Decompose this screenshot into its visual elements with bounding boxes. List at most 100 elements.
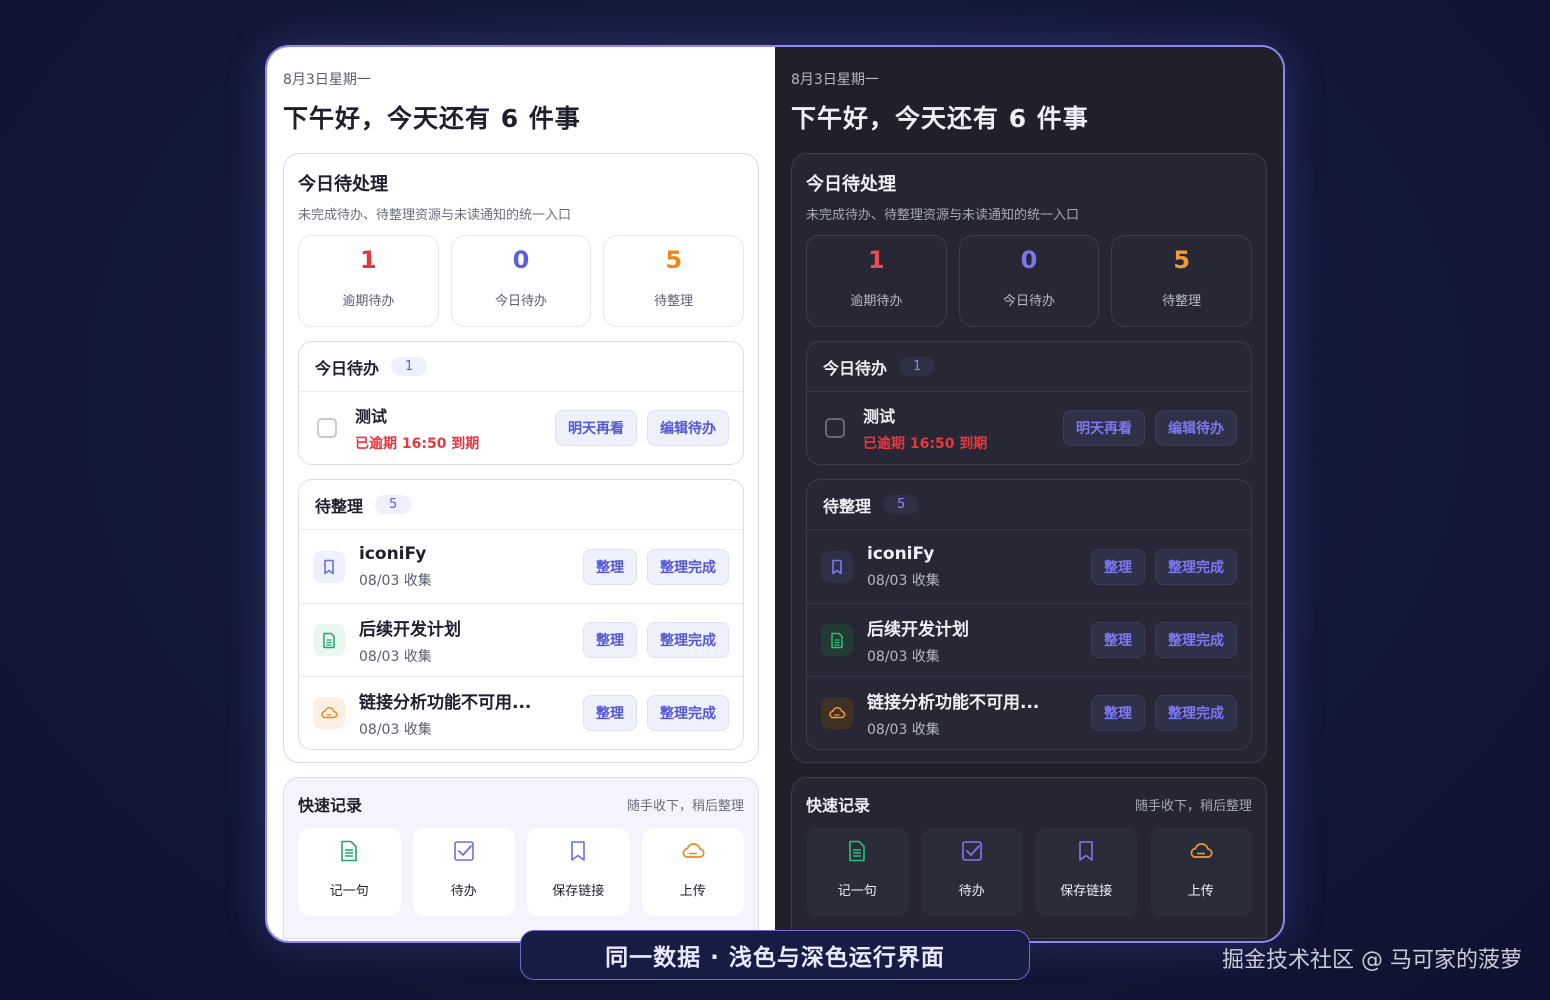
todo-title: 测试 <box>355 407 388 426</box>
stat-organize[interactable]: 5 待整理 <box>1111 235 1253 327</box>
organize-button[interactable]: 整理 <box>1091 548 1145 585</box>
todo-text: 测试 已逾期 16:50 到期 <box>355 403 545 453</box>
inbox-title: 今日待处理 <box>298 174 388 195</box>
bookmark-icon <box>313 550 345 583</box>
quick-save-link-button[interactable]: 保存链接 <box>527 828 630 916</box>
quick-note-button[interactable]: 记一句 <box>806 828 909 916</box>
inbox-subtitle: 未完成待办、待整理资源与未读通知的统一入口 <box>298 208 572 223</box>
organize-done-button[interactable]: 整理完成 <box>1155 548 1237 585</box>
organize-done-button[interactable]: 整理完成 <box>647 548 729 585</box>
document-icon <box>821 624 853 656</box>
quick-record-title: 快速记录 <box>806 796 871 815</box>
quick-record-title: 快速记录 <box>298 796 363 815</box>
stat-today[interactable]: 0 今日待办 <box>958 235 1100 327</box>
quick-actions: 记一句 待办 保存链接 上传 <box>298 828 744 916</box>
quick-action-label: 保存链接 <box>552 884 605 899</box>
section-title: 待整理 <box>823 496 872 516</box>
inbox-card: 今日待处理 未完成待办、待整理资源与未读通知的统一入口 1 逾期待办 0 今日待… <box>791 153 1267 763</box>
cloud-upload-icon <box>642 838 745 864</box>
resource-item[interactable]: 链接分析功能不可用... 08/03 收集 整理 整理完成 <box>807 676 1251 749</box>
resource-text: iconiFy 08/03 收集 <box>359 544 573 590</box>
resource-item[interactable]: 链接分析功能不可用... 08/03 收集 整理 整理完成 <box>299 676 743 749</box>
stat-organize[interactable]: 5 待整理 <box>603 235 745 327</box>
count-badge: 5 <box>883 495 920 514</box>
todo-text: 测试 已逾期 16:50 到期 <box>863 403 1053 453</box>
count-badge: 5 <box>375 495 412 514</box>
stat-label: 今日待办 <box>1003 294 1056 309</box>
section-header: 待整理 5 <box>807 480 1251 530</box>
quick-action-label: 上传 <box>1187 884 1214 899</box>
resource-item[interactable]: 后续开发计划 08/03 收集 整理 整理完成 <box>299 603 743 676</box>
section-header: 今日待办 1 <box>299 342 743 392</box>
resource-item[interactable]: iconiFy 08/03 收集 整理 整理完成 <box>299 530 743 603</box>
organize-button[interactable]: 整理 <box>583 695 637 731</box>
quick-save-link-button[interactable]: 保存链接 <box>1035 828 1138 916</box>
stat-label: 逾期待办 <box>342 294 395 309</box>
quick-actions: 记一句 待办 保存链接 上传 <box>806 828 1252 916</box>
resource-meta: 08/03 收集 <box>867 572 940 589</box>
organize-button[interactable]: 整理 <box>1091 695 1145 731</box>
watermark: 掘金技术社区 @ 马可家的菠萝 <box>1222 948 1522 973</box>
quick-upload-button[interactable]: 上传 <box>1149 828 1252 916</box>
resource-item[interactable]: 后续开发计划 08/03 收集 整理 整理完成 <box>807 603 1251 676</box>
resource-title: iconiFy <box>359 543 427 564</box>
stat-value: 5 <box>1173 246 1191 274</box>
quick-note-button[interactable]: 记一句 <box>298 828 401 916</box>
edit-todo-button[interactable]: 编辑待办 <box>1155 410 1237 446</box>
quick-record-hint: 随手收下，稍后整理 <box>626 798 744 814</box>
bookmark-icon <box>1035 838 1138 864</box>
quick-todo-button[interactable]: 待办 <box>920 828 1024 916</box>
quick-record-header: 快速记录 随手收下，稍后整理 <box>806 792 1252 816</box>
resource-item[interactable]: iconiFy 08/03 收集 整理 整理完成 <box>807 530 1251 603</box>
organize-done-button[interactable]: 整理完成 <box>647 622 729 658</box>
stat-overdue[interactable]: 1 逾期待办 <box>298 235 439 327</box>
resource-title: 后续开发计划 <box>867 619 969 640</box>
document-icon <box>298 838 401 864</box>
quick-todo-button[interactable]: 待办 <box>412 828 516 916</box>
stat-label: 待整理 <box>1162 294 1202 309</box>
stat-today[interactable]: 0 今日待办 <box>450 235 592 327</box>
resource-title: iconiFy <box>867 543 935 564</box>
resource-meta: 08/03 收集 <box>359 572 432 589</box>
todo-title: 测试 <box>863 407 896 426</box>
stat-label: 逾期待办 <box>850 294 903 309</box>
greeting-title: 下午好，今天还有 6 件事 <box>791 104 1089 133</box>
dark-theme-panel: 8月3日星期一 下午好，今天还有 6 件事 今日待处理 未完成待办、待整理资源与… <box>775 47 1283 941</box>
checkbox-icon <box>921 838 1024 864</box>
todo-checkbox[interactable] <box>317 418 337 438</box>
organize-done-button[interactable]: 整理完成 <box>647 695 729 731</box>
organize-button[interactable]: 整理 <box>583 548 637 585</box>
quick-record-hint: 随手收下，稍后整理 <box>1134 798 1252 814</box>
snooze-button[interactable]: 明天再看 <box>555 410 637 446</box>
stat-label: 待整理 <box>654 294 694 309</box>
organize-done-button[interactable]: 整理完成 <box>1155 622 1237 658</box>
organize-done-button[interactable]: 整理完成 <box>1155 695 1237 731</box>
today-todos-section: 今日待办 1 测试 已逾期 16:50 到期 明天再看 编辑待办 <box>298 341 744 465</box>
organize-button[interactable]: 整理 <box>1091 622 1145 658</box>
quick-action-label: 记一句 <box>837 884 877 899</box>
stat-label: 今日待办 <box>495 294 548 309</box>
checkbox-icon <box>413 838 516 864</box>
edit-todo-button[interactable]: 编辑待办 <box>647 410 729 446</box>
todo-checkbox[interactable] <box>825 418 845 438</box>
cloud-icon <box>821 697 853 729</box>
resource-text: 链接分析功能不可用... 08/03 收集 <box>867 688 1081 739</box>
stats-row: 1 逾期待办 0 今日待办 5 待整理 <box>298 235 745 327</box>
snooze-button[interactable]: 明天再看 <box>1063 410 1145 446</box>
to-organize-section: 待整理 5 iconiFy 08/03 收集 整理 整理完成 后续开发计划 08… <box>806 479 1252 750</box>
quick-upload-button[interactable]: 上传 <box>641 828 745 916</box>
to-organize-section: 待整理 5 iconiFy 08/03 收集 整理 整理完成 后续开发计划 08… <box>298 479 744 750</box>
count-badge: 1 <box>899 357 936 376</box>
stat-value: 0 <box>512 246 530 274</box>
inbox-subtitle: 未完成待办、待整理资源与未读通知的统一入口 <box>806 208 1080 223</box>
resource-text: iconiFy 08/03 收集 <box>867 544 1081 590</box>
resource-meta: 08/03 收集 <box>359 648 432 665</box>
resource-text: 后续开发计划 08/03 收集 <box>359 615 573 666</box>
comparison-caption: 同一数据 · 浅色与深色运行界面 <box>520 930 1030 980</box>
quick-action-label: 记一句 <box>329 884 369 899</box>
stat-overdue[interactable]: 1 逾期待办 <box>806 235 947 327</box>
stat-value: 1 <box>867 246 885 274</box>
quick-record-card: 快速记录 随手收下，稍后整理 记一句 待办 保存链接 上传 <box>791 777 1267 939</box>
bookmark-icon <box>527 838 630 864</box>
organize-button[interactable]: 整理 <box>583 622 637 658</box>
